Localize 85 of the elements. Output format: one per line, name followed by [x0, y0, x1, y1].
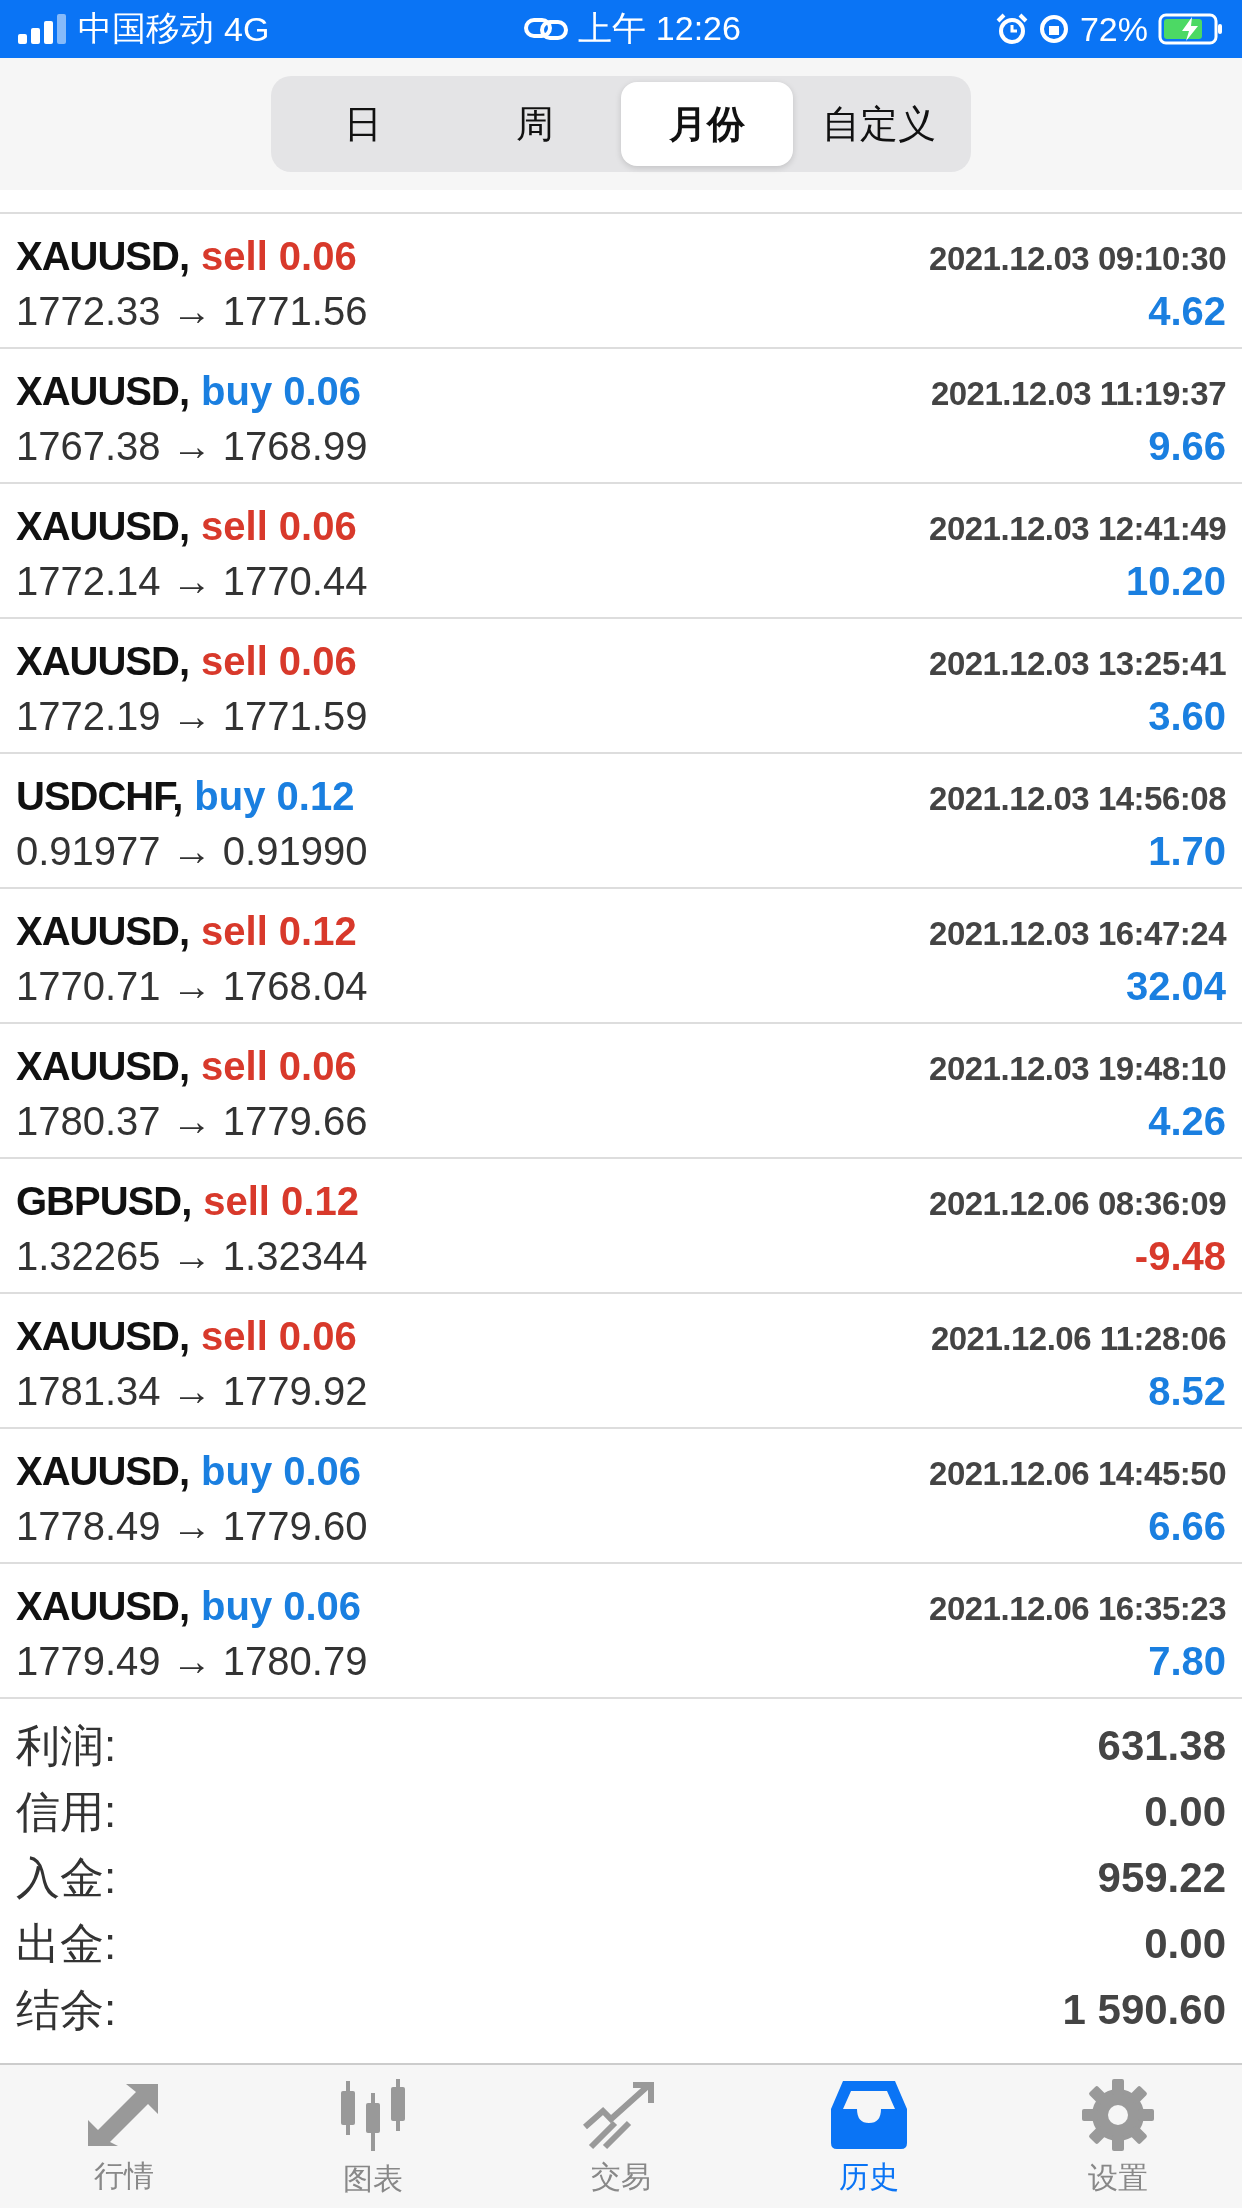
profit-value: 10.20 [1125, 558, 1226, 604]
symbol-label: XAUUSD, [16, 908, 190, 953]
price-range: 0.91977 → 0.91990 [16, 828, 368, 874]
summary-label: 结余: [16, 1983, 117, 2036]
price-range: 1772.19 → 1771.59 [16, 693, 368, 739]
period-tab[interactable]: 周 [449, 82, 621, 166]
battery-icon [1158, 13, 1224, 45]
nav-tab[interactable]: 交易 [496, 2065, 746, 2208]
close-time: 2021.12.03 11:19:37 [930, 374, 1226, 413]
profit-value: 6.66 [1148, 1503, 1226, 1549]
link-icon [524, 16, 569, 42]
profit-value: 3.60 [1148, 693, 1226, 739]
symbol-label: XAUUSD, [16, 1313, 190, 1358]
price-range: 1772.14 → 1770.44 [16, 558, 368, 604]
nav-tab[interactable]: 设置 [993, 2065, 1242, 2208]
period-tab[interactable]: 日 [277, 82, 449, 166]
close-time: 2021.12.03 09:10:30 [929, 239, 1226, 278]
profit-value: 7.80 [1148, 1638, 1226, 1684]
price-range: 1780.37 → 1779.66 [16, 1098, 368, 1144]
symbol-label: USDCHF, [16, 773, 183, 818]
order-type: buy 0.06 [201, 1448, 362, 1493]
symbol-label: XAUUSD, [16, 1448, 190, 1493]
profit-value: 8.52 [1148, 1368, 1226, 1414]
close-time: 2021.12.03 19:48:10 [929, 1049, 1226, 1088]
symbol-label: XAUUSD, [16, 368, 190, 413]
settings-icon [1080, 2077, 1155, 2152]
price-range: 1779.49 → 1780.79 [16, 1638, 368, 1684]
symbol-label: XAUUSD, [16, 1583, 190, 1628]
order-type: buy 0.06 [201, 1583, 362, 1628]
order-type: sell 0.06 [201, 638, 357, 683]
price-range: 1.32265 → 1.32344 [16, 1233, 368, 1279]
period-tab[interactable]: 自定义 [793, 82, 965, 166]
close-time: 2021.12.03 12:41:49 [929, 509, 1226, 548]
summary-value: 959.22 [1097, 1854, 1226, 1902]
price-range: 1772.33 → 1771.56 [16, 288, 368, 334]
inbox-icon [829, 2078, 910, 2151]
network-type: 4G [224, 9, 270, 49]
nav-tab[interactable]: 行情 [0, 2065, 249, 2208]
symbol-label: XAUUSD, [16, 503, 190, 548]
profit-value: -9.48 [1134, 1233, 1226, 1279]
summary-value: 1 590.60 [1062, 1986, 1226, 2034]
order-type: sell 0.06 [201, 1043, 357, 1088]
summary-label: 利润: [16, 1719, 117, 1772]
profit-value: 32.04 [1125, 963, 1226, 1009]
summary-label: 入金: [16, 1851, 117, 1904]
alarm-icon [995, 13, 1028, 45]
close-time: 2021.12.06 08:36:09 [929, 1184, 1226, 1223]
summary-label: 信用: [16, 1785, 117, 1838]
order-type: sell 0.12 [203, 1178, 359, 1223]
order-type: sell 0.06 [201, 503, 357, 548]
price-range: 1770.71 → 1768.04 [16, 963, 368, 1009]
close-time: 2021.12.06 11:28:06 [930, 1319, 1226, 1358]
symbol-label: XAUUSD, [16, 1043, 190, 1088]
symbol-label: GBPUSD, [16, 1178, 192, 1223]
order-type: buy 0.12 [194, 773, 355, 818]
period-tab[interactable]: 月份 [621, 82, 793, 166]
order-type: buy 0.06 [201, 368, 362, 413]
profit-value: 4.26 [1148, 1098, 1226, 1144]
summary-value: 0.00 [1144, 1920, 1226, 1968]
close-time: 2021.12.03 13:25:41 [929, 644, 1226, 683]
profit-value: 4.62 [1148, 288, 1226, 334]
profit-value: 1.70 [1148, 828, 1226, 874]
carrier-name: 中国移动 [78, 8, 214, 49]
close-time: 2021.12.06 16:35:23 [929, 1589, 1226, 1628]
price-range: 1781.34 → 1779.92 [16, 1368, 368, 1414]
battery-percent: 72% [1079, 9, 1148, 49]
symbol-label: XAUUSD, [16, 638, 190, 683]
symbol-label: XAUUSD, [16, 233, 190, 278]
order-type: sell 0.12 [201, 908, 357, 953]
nav-tab[interactable]: 历史 [745, 2065, 994, 2208]
price-range: 1778.49 → 1779.60 [16, 1503, 368, 1549]
signal-icon [18, 14, 68, 44]
price-range: 1767.38 → 1768.99 [16, 423, 368, 469]
nav-tab[interactable]: 图表 [248, 2065, 497, 2208]
summary-label: 出金: [16, 1917, 117, 1970]
status-time: 上午 12:26 [578, 8, 741, 49]
order-type: sell 0.06 [201, 1313, 357, 1358]
order-type: sell 0.06 [201, 233, 357, 278]
close-time: 2021.12.06 14:45:50 [929, 1454, 1226, 1493]
rotation-lock-icon [1037, 13, 1070, 45]
profit-value: 9.66 [1148, 423, 1226, 469]
close-time: 2021.12.03 16:47:24 [929, 914, 1226, 953]
summary-value: 0.00 [1144, 1788, 1226, 1836]
close-time: 2021.12.03 14:56:08 [929, 779, 1226, 818]
summary-value: 631.38 [1097, 1722, 1226, 1770]
